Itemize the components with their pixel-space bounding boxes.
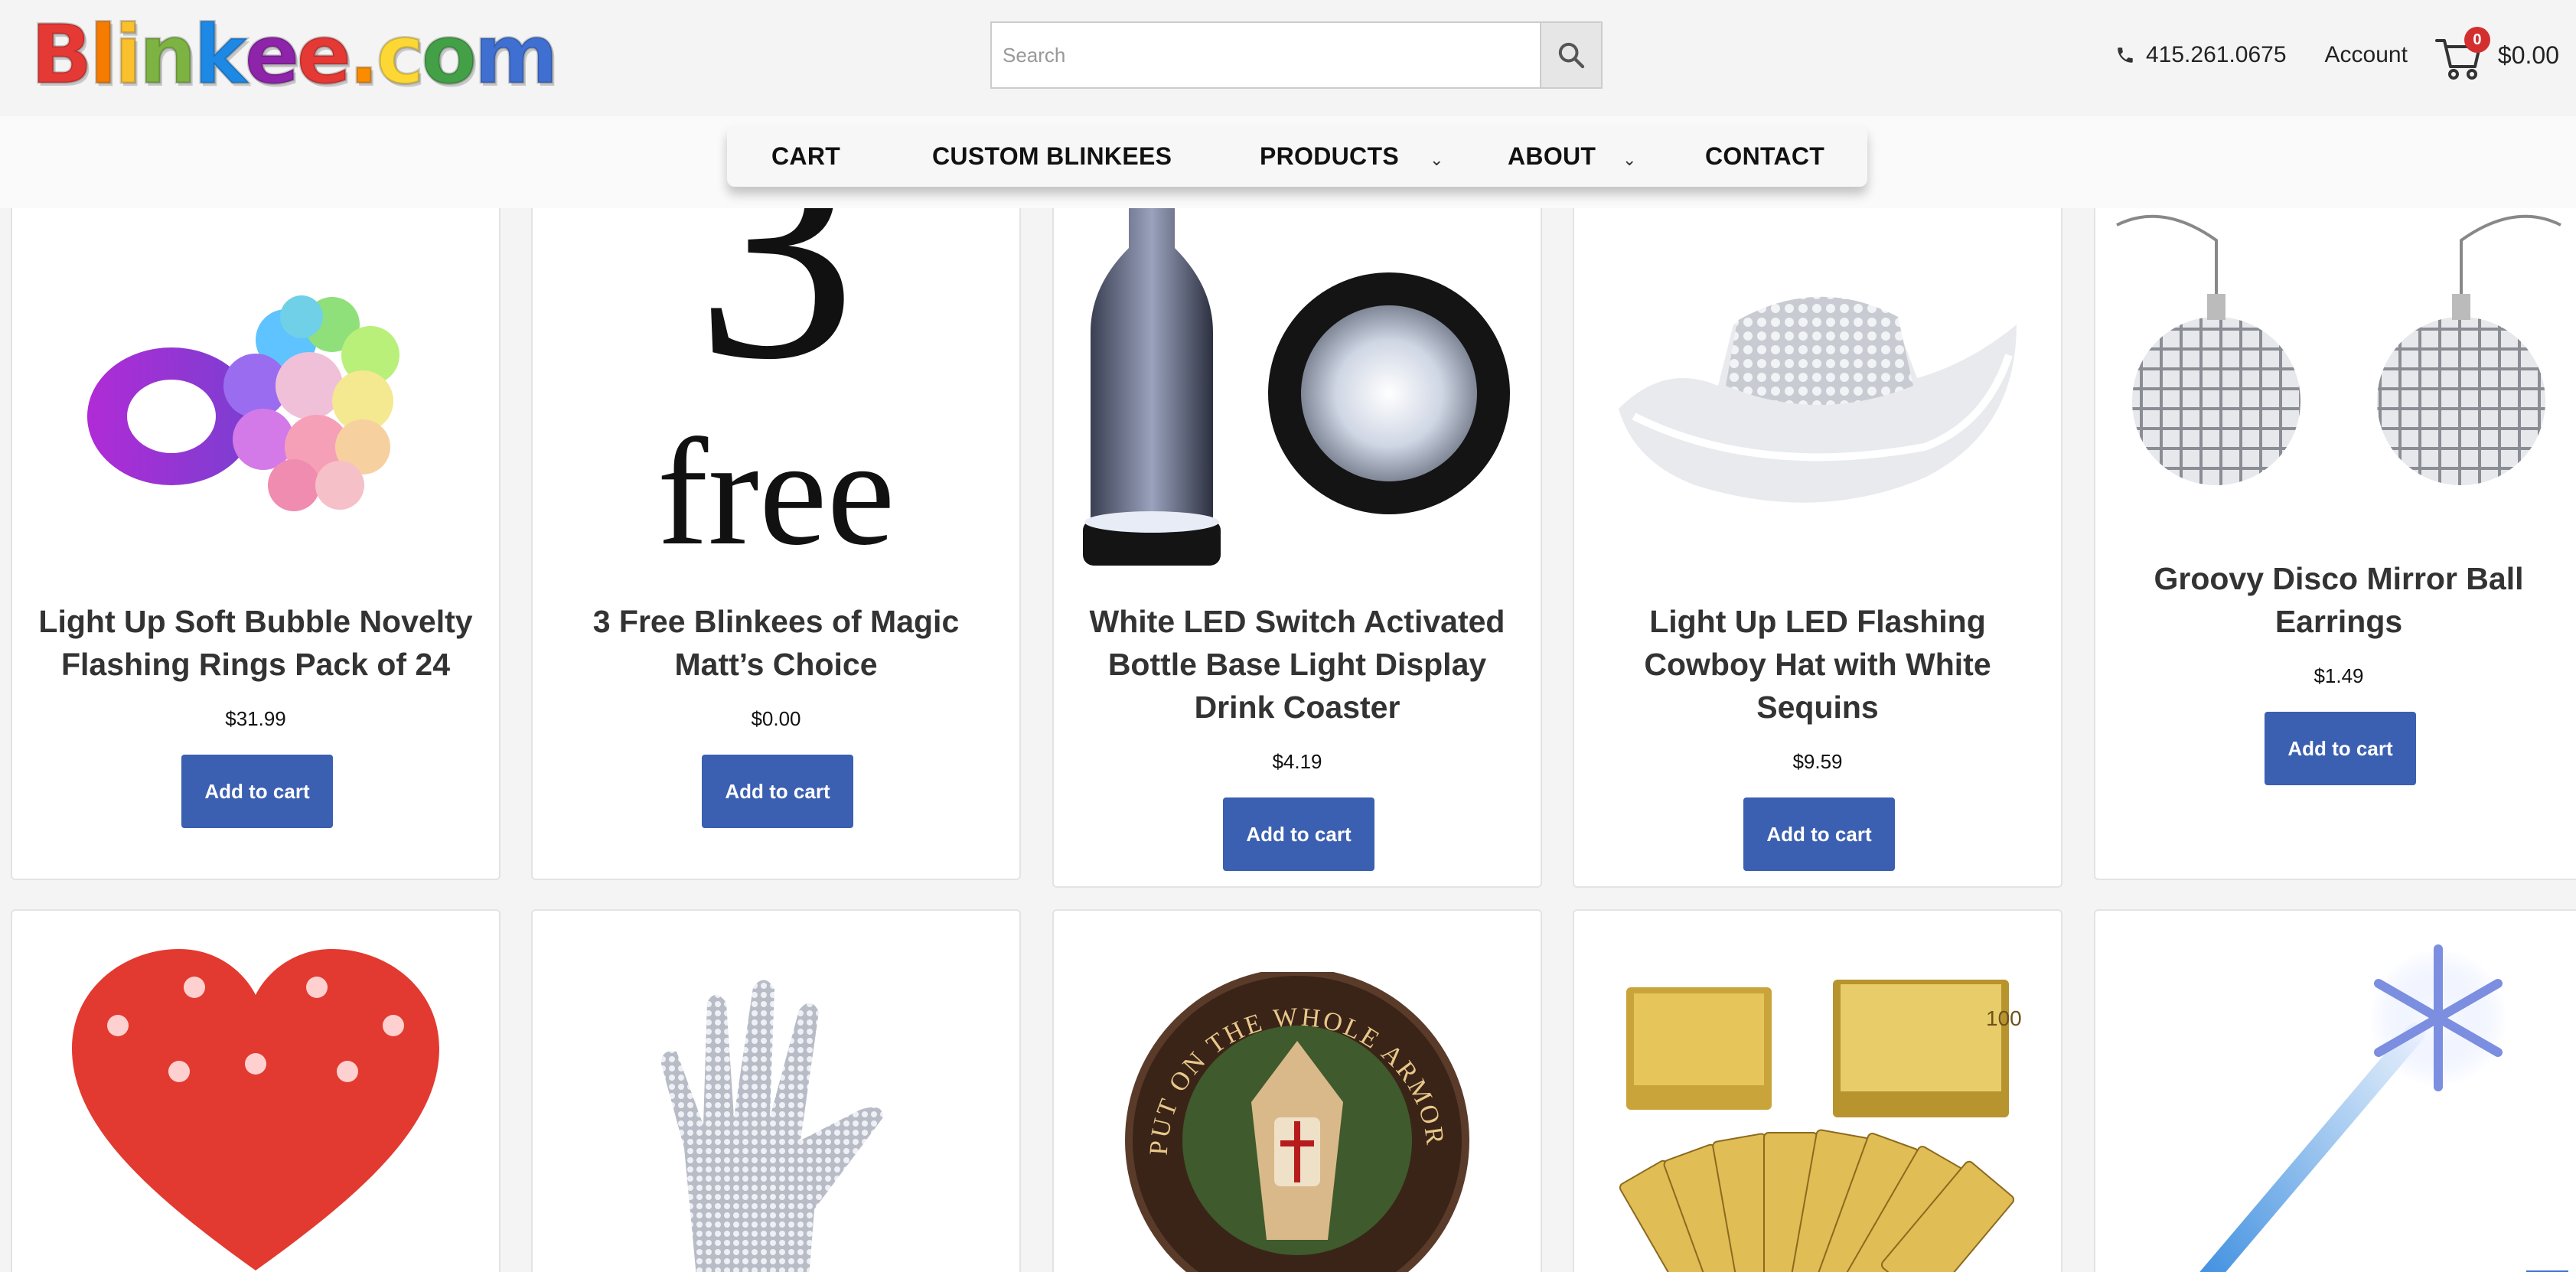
product-price: $0.00 bbox=[751, 707, 801, 730]
nav-products[interactable]: PRODUCTS bbox=[1260, 126, 1399, 187]
search-input[interactable] bbox=[990, 21, 1540, 89]
search-button[interactable] bbox=[1540, 21, 1603, 89]
add-to-cart-button[interactable]: Add to cart bbox=[702, 755, 853, 828]
bill-denomination: 100 bbox=[1986, 1006, 2022, 1030]
image-text-free: free bbox=[657, 408, 895, 577]
disco-ball-earrings-image[interactable] bbox=[2095, 208, 2576, 539]
add-to-cart-button[interactable]: Add to cart bbox=[181, 755, 333, 828]
cart-count-badge: 0 bbox=[2464, 27, 2490, 53]
account-link[interactable]: Account bbox=[2325, 42, 2408, 68]
image-text-3: 3 bbox=[696, 208, 856, 426]
phone-icon bbox=[2118, 47, 2133, 63]
product-price: $31.99 bbox=[225, 707, 286, 730]
product-card[interactable] bbox=[11, 909, 501, 1272]
product-card[interactable]: 3 free 3 Free Blinkees of Magic Matt’s C… bbox=[531, 208, 1021, 880]
snowflake-wand-image[interactable] bbox=[2095, 941, 2576, 1272]
add-to-cart-button[interactable]: Add to cart bbox=[1743, 797, 1895, 871]
product-price: $9.59 bbox=[1792, 750, 1843, 773]
rainbow-bubble-ring-image[interactable] bbox=[12, 208, 499, 585]
site-logo[interactable]: Blinkee.com bbox=[30, 8, 560, 102]
nav-about[interactable]: ABOUT bbox=[1508, 126, 1596, 187]
product-price: $1.49 bbox=[2314, 664, 2364, 687]
logo-letter: . bbox=[347, 8, 380, 102]
product-title[interactable]: White LED Switch Activated Bottle Base L… bbox=[1077, 600, 1518, 729]
product-price: $4.19 bbox=[1272, 750, 1322, 773]
product-title[interactable]: Groovy Disco Mirror Ball Earrings bbox=[2118, 557, 2559, 643]
sequin-cowboy-hat-image[interactable] bbox=[1574, 208, 2061, 585]
add-to-cart-button[interactable]: Add to cart bbox=[2265, 712, 2416, 785]
light-up-heart-image[interactable] bbox=[12, 941, 499, 1272]
logo-letter: e bbox=[295, 8, 353, 102]
phone-link[interactable]: 415.261.0675 bbox=[2115, 42, 2287, 68]
cart-link[interactable]: 0 bbox=[2434, 27, 2490, 82]
logo-letter: n bbox=[138, 8, 198, 102]
logo-letter: l bbox=[88, 8, 118, 102]
armor-of-god-coin-image[interactable]: PUT ON THE WHOLE ARMOR OF GOD bbox=[1054, 972, 1541, 1272]
nav-custom-blinkees[interactable]: CUSTOM BLINKEES bbox=[932, 126, 1172, 187]
bottle-and-coaster-image[interactable] bbox=[1054, 208, 1541, 585]
add-to-cart-button[interactable]: Add to cart bbox=[1223, 797, 1374, 871]
3-free-image[interactable]: 3 free bbox=[533, 208, 1019, 585]
main-nav: CART CUSTOM BLINKEES PRODUCTS ⌄ ABOUT ⌄ … bbox=[727, 126, 1867, 187]
chevron-down-icon[interactable]: ⌄ bbox=[1622, 150, 1636, 170]
product-title[interactable]: Light Up Soft Bubble Novelty Flashing Ri… bbox=[35, 600, 476, 686]
site-header: Blinkee.com 415.261.0675 Account 0 $0. bbox=[0, 0, 2576, 116]
nav-cart[interactable]: CART bbox=[771, 126, 840, 187]
logo-letter: c bbox=[375, 8, 426, 102]
sequin-glove-image[interactable] bbox=[533, 972, 1019, 1272]
product-card[interactable]: PUT ON THE WHOLE ARMOR OF GOD bbox=[1052, 909, 1542, 1272]
phone-number: 415.261.0675 bbox=[2146, 42, 2287, 67]
logo-letter: B bbox=[30, 8, 94, 102]
product-card[interactable] bbox=[2094, 909, 2576, 1272]
product-grid: Light Up Soft Bubble Novelty Flashing Ri… bbox=[0, 208, 2576, 1272]
product-card[interactable]: Light Up LED Flashing Cowboy Hat with Wh… bbox=[1573, 208, 2062, 888]
gold-playing-cards-image[interactable]: 100 bbox=[1574, 972, 2061, 1272]
chevron-down-icon[interactable]: ⌄ bbox=[1430, 150, 1443, 170]
product-card[interactable] bbox=[531, 909, 1021, 1272]
logo-letter: k bbox=[192, 8, 248, 102]
product-card[interactable]: Groovy Disco Mirror Ball Earrings $1.49 … bbox=[2094, 208, 2576, 880]
product-card[interactable]: Light Up Soft Bubble Novelty Flashing Ri… bbox=[11, 208, 501, 880]
product-card[interactable]: 100 bbox=[1573, 909, 2062, 1272]
product-title[interactable]: 3 Free Blinkees of Magic Matt’s Choice bbox=[556, 600, 996, 686]
logo-letter: o bbox=[420, 8, 478, 102]
product-card[interactable]: White LED Switch Activated Bottle Base L… bbox=[1052, 208, 1542, 888]
search-form bbox=[990, 21, 1603, 89]
search-icon bbox=[1558, 42, 1585, 69]
logo-letter: e bbox=[243, 8, 301, 102]
product-title[interactable]: Light Up LED Flashing Cowboy Hat with Wh… bbox=[1597, 600, 2038, 729]
nav-contact[interactable]: CONTACT bbox=[1705, 126, 1824, 187]
logo-letter: i bbox=[113, 8, 143, 102]
header-utilities: 415.261.0675 Account 0 $0.00 bbox=[2115, 21, 2559, 89]
logo-letter: m bbox=[473, 8, 559, 102]
cart-total: $0.00 bbox=[2497, 41, 2559, 69]
